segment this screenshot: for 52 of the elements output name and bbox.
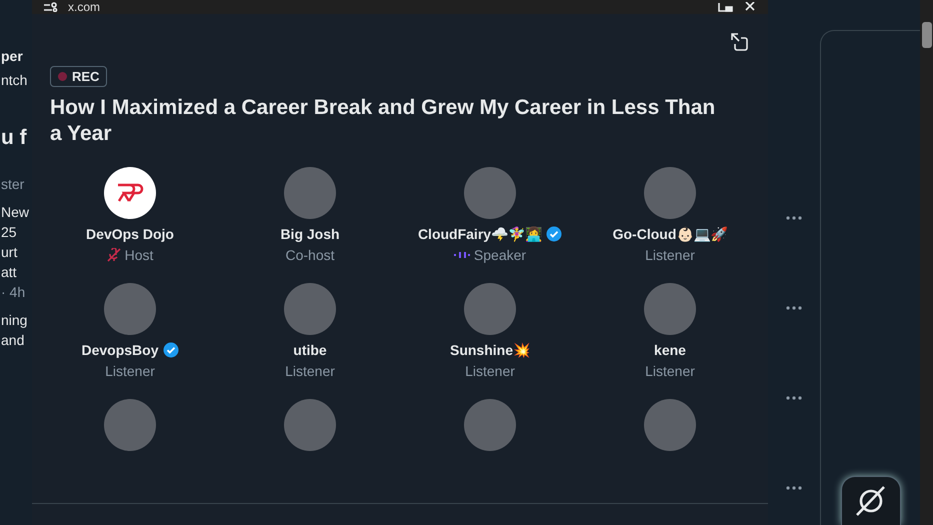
logo-icon [115,182,145,204]
window-title: x.com [68,0,100,14]
feed-text-fragment: att [0,263,18,282]
participant-role: Listener [465,363,515,379]
scrollbar-thumb[interactable] [922,22,932,48]
slashed-circle-icon [854,484,888,518]
avatar-photo-placeholder[interactable] [644,167,696,219]
avatar-photo-placeholder[interactable] [104,399,156,451]
feed-text-fragment: and [0,331,26,350]
picture-in-picture-icon[interactable] [718,2,734,12]
participant-role: Co-host [285,247,335,263]
avatar-photo-placeholder[interactable] [284,283,336,335]
participant-role: Listener [285,363,335,379]
space-title: How I Maximized a Career Break and Grew My Career in Less Than a Year [50,95,716,147]
feed-text-fragment: per [0,47,24,66]
feed-text-fragment: ster [0,175,26,194]
participant-role: Listener [105,363,155,379]
participant-name[interactable]: Sunshine💥 [450,342,530,358]
participant-role: Host [124,247,154,263]
site-settings-icon[interactable] [44,2,58,12]
participant-name[interactable]: DevopsBoy [81,342,159,358]
speaking-icon [454,251,470,259]
feed-text-fragment: urt [0,243,18,262]
recording-badge: REC [50,66,108,87]
avatar-photo-placeholder[interactable] [284,399,336,451]
avatar-photo-placeholder[interactable] [104,283,156,335]
feed-text-fragment: · 4h [0,283,26,302]
muted-mic-icon [106,248,121,262]
participant-role: Listener [645,363,695,379]
avatar-photo-placeholder[interactable] [464,167,516,219]
close-icon[interactable] [744,2,756,12]
expand-icon[interactable] [730,32,750,52]
participant-name[interactable]: DevOps Dojo [86,226,174,242]
feed-text-fragment: ntch [0,71,28,90]
feed-text-fragment: u f [0,128,28,148]
participant-name[interactable]: Big Josh [280,226,340,242]
avatar-photo-placeholder[interactable] [644,283,696,335]
avatar-photo-placeholder[interactable] [464,399,516,451]
feed-text-fragment: ning [0,311,28,330]
avatar-photo-placeholder[interactable] [284,167,336,219]
participant-name[interactable]: Go-Cloud👶🏻💻🚀 [612,226,728,242]
feed-text-fragment: New [0,203,30,222]
avatar-photo-placeholder[interactable] [464,283,516,335]
avatar-photo-placeholder[interactable] [644,399,696,451]
grok-button[interactable] [840,476,900,525]
participant-name[interactable]: CloudFairy🌩🧚‍♀👩‍💻 [418,226,542,242]
feed-text-fragment: 25 [0,223,18,242]
participant-role: Listener [645,247,695,263]
participant-name[interactable]: utibe [293,342,327,358]
participant-name[interactable]: kene [654,342,686,358]
avatar[interactable] [104,167,156,219]
participant-role: Speaker [474,247,526,263]
